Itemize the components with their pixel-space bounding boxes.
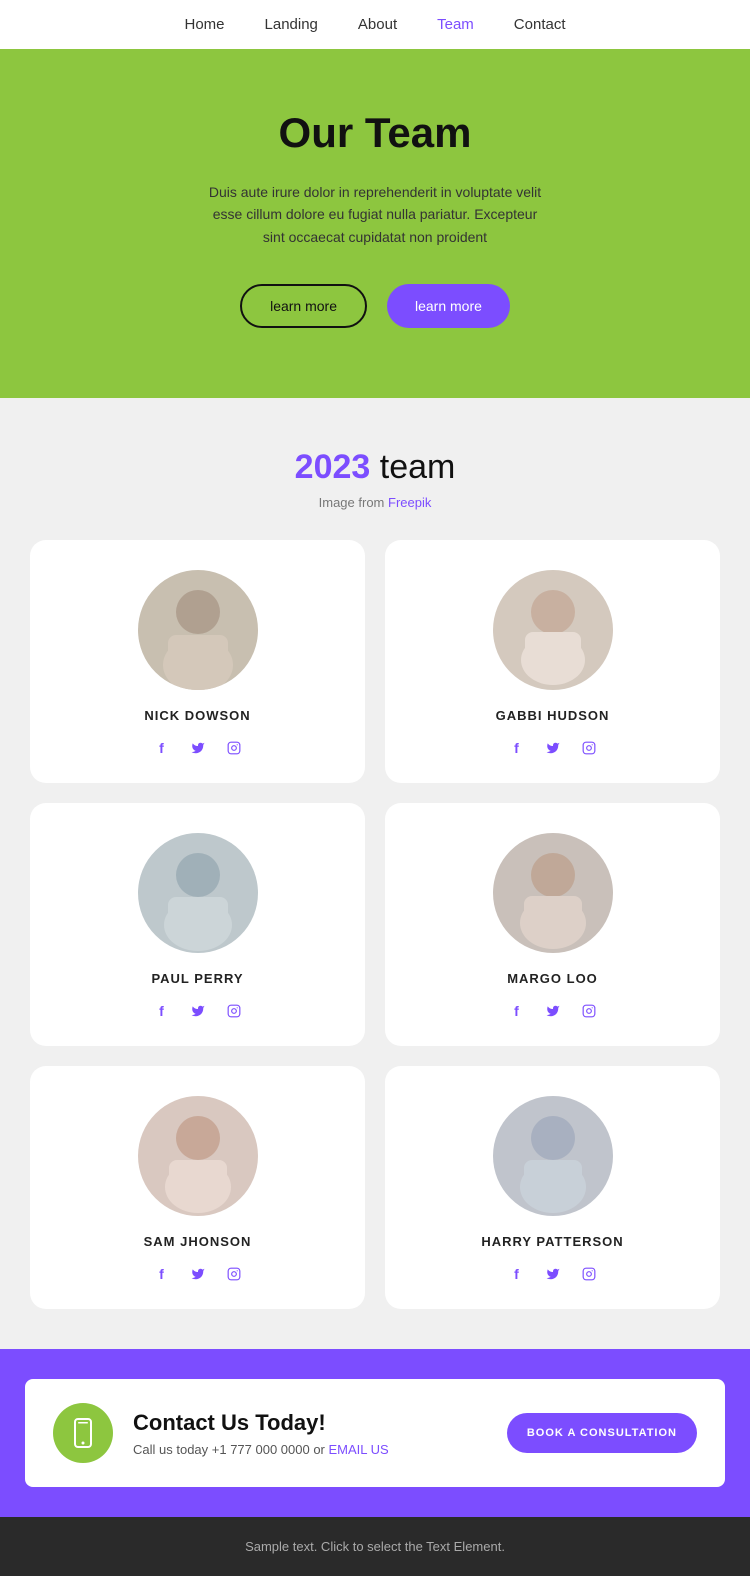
team-section: 2023 team Image from Freepik NICK DOWSON… [0,398,750,1349]
twitter-icon-gabbi[interactable] [542,737,564,759]
contact-title: Contact Us Today! [133,1410,487,1436]
footer-text: Sample text. Click to select the Text El… [245,1539,505,1554]
team-name-margo: MARGO LOO [507,971,598,986]
hero-buttons: learn more learn more [30,284,720,328]
contact-icon-wrap [53,1403,113,1463]
avatar-nick [138,570,258,690]
avatar-harry [493,1096,613,1216]
navigation: Home Landing About Team Contact [0,0,750,49]
social-icons-sam: f [151,1263,245,1285]
learn-more-outline-button[interactable]: learn more [240,284,367,328]
team-name-harry: HARRY PATTERSON [481,1234,623,1249]
social-icons-nick: f [151,737,245,759]
team-card-gabbi: GABBI HUDSON f [385,540,720,783]
hero-title: Our Team [30,109,720,157]
team-card-nick: NICK DOWSON f [30,540,365,783]
team-card-harry: HARRY PATTERSON f [385,1066,720,1309]
instagram-icon-nick[interactable] [223,737,245,759]
social-icons-gabbi: f [506,737,600,759]
contact-text: Contact Us Today! Call us today +1 777 0… [133,1410,487,1457]
avatar-paul [138,833,258,953]
nav-team[interactable]: Team [437,16,474,33]
team-name-paul: PAUL PERRY [151,971,243,986]
social-icons-harry: f [506,1263,600,1285]
instagram-icon-harry[interactable] [578,1263,600,1285]
twitter-icon-harry[interactable] [542,1263,564,1285]
footer: Sample text. Click to select the Text El… [0,1517,750,1576]
instagram-icon-gabbi[interactable] [578,737,600,759]
image-credit: Image from Freepik [30,495,720,510]
avatar-gabbi [493,570,613,690]
contact-card: Contact Us Today! Call us today +1 777 0… [25,1379,725,1487]
team-card-paul: PAUL PERRY f [30,803,365,1046]
twitter-icon-paul[interactable] [187,1000,209,1022]
avatar-sam [138,1096,258,1216]
team-name-nick: NICK DOWSON [144,708,250,723]
phone-icon [67,1417,99,1449]
nav-landing[interactable]: Landing [265,16,318,33]
contact-section: Contact Us Today! Call us today +1 777 0… [0,1349,750,1517]
facebook-icon-sam[interactable]: f [151,1263,173,1285]
social-icons-margo: f [506,1000,600,1022]
team-card-sam: SAM JHONSON f [30,1066,365,1309]
hero-description: Duis aute irure dolor in reprehenderit i… [205,181,545,248]
twitter-icon-sam[interactable] [187,1263,209,1285]
learn-more-filled-button[interactable]: learn more [387,284,510,328]
instagram-icon-margo[interactable] [578,1000,600,1022]
nav-about[interactable]: About [358,16,397,33]
book-consultation-button[interactable]: BOOK A CONSULTATION [507,1413,697,1453]
twitter-icon-margo[interactable] [542,1000,564,1022]
freepik-link[interactable]: Freepik [388,495,431,510]
team-title: team [370,448,455,486]
team-grid: NICK DOWSON f GABBI HUDSON f [30,540,720,1309]
email-us-link[interactable]: EMAIL US [329,1442,389,1457]
facebook-icon-harry[interactable]: f [506,1263,528,1285]
facebook-icon-gabbi[interactable]: f [506,737,528,759]
team-heading: 2023 team [30,448,720,487]
social-icons-paul: f [151,1000,245,1022]
team-name-gabbi: GABBI HUDSON [496,708,610,723]
facebook-icon-nick[interactable]: f [151,737,173,759]
instagram-icon-paul[interactable] [223,1000,245,1022]
avatar-margo [493,833,613,953]
nav-contact[interactable]: Contact [514,16,566,33]
twitter-icon-nick[interactable] [187,737,209,759]
facebook-icon-margo[interactable]: f [506,1000,528,1022]
instagram-icon-sam[interactable] [223,1263,245,1285]
contact-phone: Call us today +1 777 000 0000 or EMAIL U… [133,1442,487,1457]
hero-section: Our Team Duis aute irure dolor in repreh… [0,49,750,398]
team-card-margo: MARGO LOO f [385,803,720,1046]
team-name-sam: SAM JHONSON [144,1234,252,1249]
facebook-icon-paul[interactable]: f [151,1000,173,1022]
team-year: 2023 [295,448,371,486]
nav-home[interactable]: Home [185,16,225,33]
